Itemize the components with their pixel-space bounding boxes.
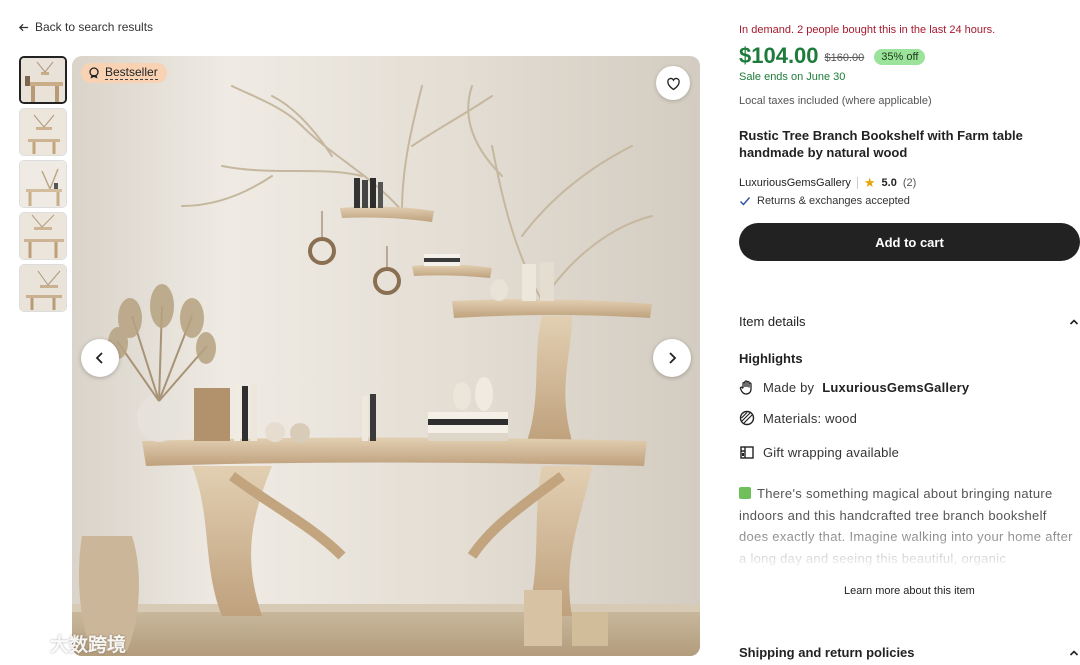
watermark: 大数跨境: [8, 630, 126, 657]
hand-icon: [739, 380, 752, 395]
main-product-image: Bestseller: [72, 56, 700, 656]
highlight-gift-wrap: Gift wrapping available: [739, 444, 899, 460]
gift-wrap-label: Gift wrapping available: [763, 444, 900, 460]
shop-name-link[interactable]: LuxuriousGemsGallery: [739, 177, 851, 189]
listing-title: Rustic Tree Branch Bookshelf with Farm t…: [739, 128, 1023, 160]
price-row: $104.00 $160.00 35% off: [739, 43, 926, 69]
materials-label: Materials: wood: [763, 410, 858, 426]
product-photo: [72, 56, 700, 656]
item-details-label: Item details: [739, 314, 806, 329]
previous-image-button[interactable]: [81, 339, 119, 377]
book-emoji-icon: [739, 487, 751, 499]
bestseller-badge[interactable]: Bestseller: [81, 63, 167, 83]
thumbnail-2[interactable]: [19, 108, 67, 156]
award-icon: [89, 67, 99, 79]
add-to-cart-button[interactable]: Add to cart: [739, 223, 1080, 261]
thumbnail-5[interactable]: [19, 264, 67, 312]
sale-ends-text: Sale ends on June 30: [739, 71, 846, 83]
arrow-left-icon: [18, 23, 29, 31]
shipping-policies-toggle[interactable]: Shipping and return policies: [739, 645, 1080, 660]
thumbnail-1[interactable]: [19, 56, 67, 104]
original-price: $160.00: [824, 51, 865, 64]
divider: [856, 177, 858, 189]
favorite-button[interactable]: [656, 66, 690, 100]
chevron-right-icon: [669, 352, 677, 364]
back-to-search-link[interactable]: Back to search results: [18, 20, 153, 34]
thumbnail-3[interactable]: [19, 160, 67, 208]
demand-notice: In demand. 2 people bought this in the l…: [739, 24, 996, 36]
highlights-heading: Highlights: [739, 351, 803, 366]
item-details-toggle[interactable]: Item details: [739, 314, 1080, 329]
highlight-materials: Materials: wood: [739, 410, 857, 426]
thumbnail-image: [20, 109, 66, 155]
shop-info: LuxuriousGemsGallery ★ 5.0 (2): [739, 175, 916, 191]
returns-info: Returns & exchanges accepted: [739, 195, 910, 207]
materials-icon: [739, 410, 755, 426]
returns-label: Returns & exchanges accepted: [757, 195, 910, 207]
review-count[interactable]: (2): [903, 177, 916, 189]
thumbnail-strip: [19, 56, 67, 312]
chevron-left-icon: [95, 352, 103, 364]
taxes-note: Local taxes included (where applicable): [739, 95, 932, 107]
back-link-label: Back to search results: [35, 20, 154, 34]
description-preview: There's something magical about bringing…: [739, 483, 1074, 569]
discount-badge: 35% off: [874, 49, 926, 65]
next-image-button[interactable]: [653, 339, 691, 377]
highlight-made-by: Made by LuxuriousGemsGallery: [739, 379, 969, 395]
shipping-policies-label: Shipping and return policies: [739, 645, 915, 660]
made-by-shop-link[interactable]: LuxuriousGemsGallery: [822, 380, 969, 395]
made-by-prefix: Made by: [763, 379, 815, 395]
watermark-text: 大数跨境: [50, 635, 127, 656]
heart-icon: [666, 77, 680, 90]
bestseller-label: Bestseller: [105, 65, 158, 80]
thumbnail-image: [20, 213, 66, 259]
rating-value[interactable]: 5.0: [882, 177, 897, 189]
thumbnail-image: [21, 58, 65, 102]
watermark-logo-icon: [9, 634, 45, 653]
description-text: There's something magical about bringing…: [739, 486, 1073, 566]
thumbnail-4[interactable]: [19, 212, 67, 260]
chevron-up-icon: [1069, 318, 1079, 325]
star-icon: ★: [863, 175, 876, 190]
checkmark-icon: [740, 197, 751, 206]
learn-more-link[interactable]: Learn more about this item: [844, 585, 975, 597]
chevron-up-icon: [1069, 649, 1079, 656]
gift-icon: [740, 446, 754, 459]
current-price: $104.00: [739, 43, 819, 68]
thumbnail-image: [20, 161, 66, 207]
thumbnail-image: [20, 265, 66, 311]
